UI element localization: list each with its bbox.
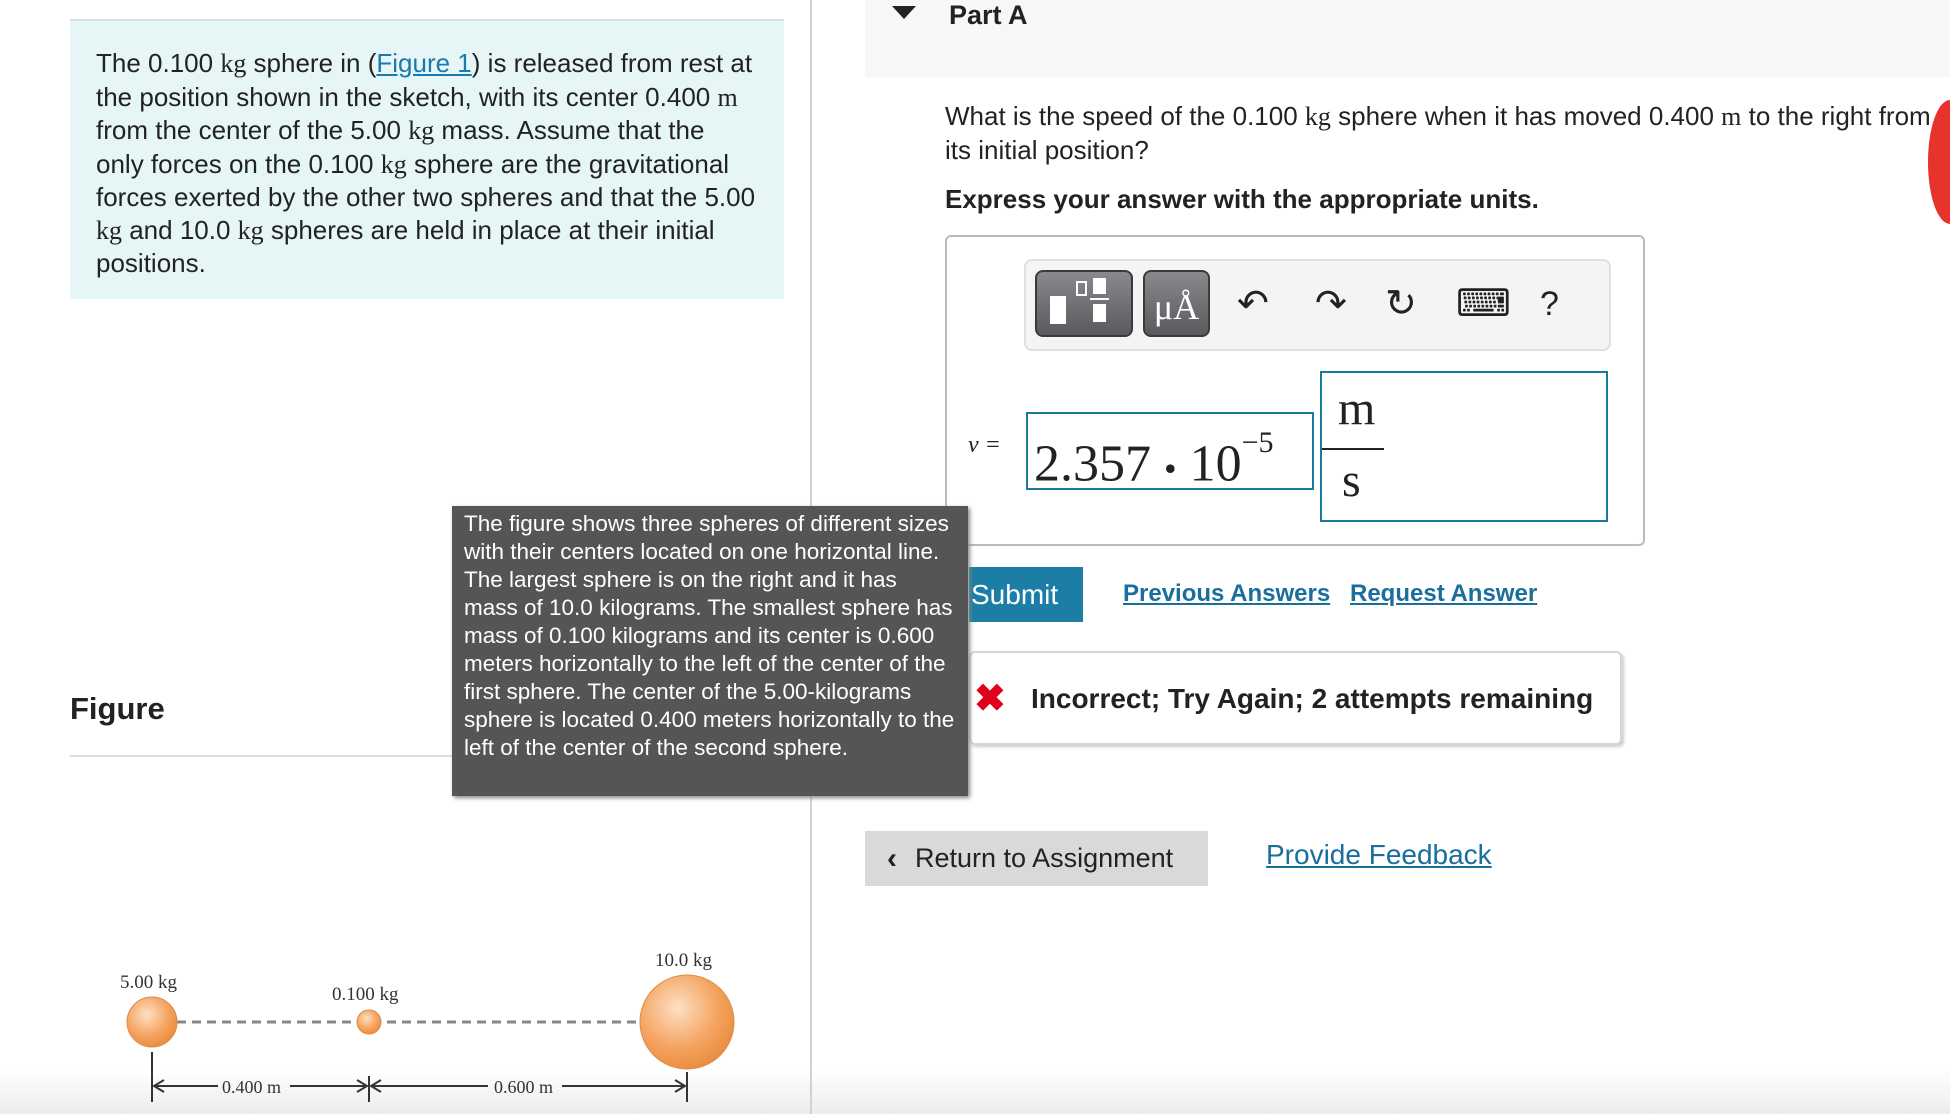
- return-label: Return to Assignment: [915, 843, 1174, 873]
- sphere-0.1kg: [356, 1009, 382, 1035]
- sphere-5kg: [126, 996, 178, 1048]
- figure-heading: Figure: [70, 691, 165, 726]
- unit: kg: [408, 116, 435, 145]
- undo-icon[interactable]: ↶: [1237, 282, 1269, 326]
- unit: kg: [237, 215, 264, 245]
- chevron-left-icon: ‹: [887, 842, 897, 875]
- base: 10: [1189, 435, 1242, 493]
- unit-numerator: m: [1338, 382, 1376, 435]
- text: sphere in (: [246, 48, 377, 78]
- return-to-assignment-button[interactable]: ‹ Return to Assignment: [865, 831, 1208, 886]
- part-header[interactable]: [865, 0, 1950, 77]
- problem-statement: The 0.100 kg sphere in (Figure 1) is rel…: [70, 19, 784, 299]
- label-m2: 0.100 kg: [332, 984, 399, 1005]
- label-d1: 0.400 m: [222, 1077, 281, 1097]
- text: What is the speed of the 0.100: [945, 101, 1305, 131]
- collapse-triangle-icon[interactable]: [892, 6, 916, 19]
- previous-answers-link[interactable]: Previous Answers: [1123, 580, 1330, 608]
- feedback-text: Incorrect; Try Again; 2 attempts remaini…: [1031, 683, 1594, 714]
- reset-icon[interactable]: ↻: [1385, 282, 1417, 326]
- unit-denominator: s: [1342, 454, 1361, 507]
- instruction: Express your answer with the appropriate…: [945, 184, 1539, 214]
- templates-button[interactable]: [1035, 270, 1133, 337]
- mantissa: 2.357: [1034, 435, 1151, 493]
- text: and 10.0: [122, 214, 238, 245]
- label-m1: 5.00 kg: [120, 972, 178, 993]
- figure-diagram: 5.00 kg 0.100 kg 10.0 kg 0.400 m 0.600 m: [120, 950, 735, 1102]
- units-input[interactable]: m s: [1320, 371, 1608, 522]
- variable-label: v =: [968, 432, 1001, 458]
- unit: kg: [96, 215, 122, 245]
- request-answer-link[interactable]: Request Answer: [1350, 580, 1537, 608]
- text: from the center of the 5.00: [96, 115, 409, 145]
- value-input[interactable]: 2.357 • 10−5: [1026, 412, 1314, 493]
- unit: m: [717, 82, 738, 112]
- exponent: −5: [1241, 426, 1274, 459]
- times-dot: •: [1164, 448, 1177, 489]
- figure-link[interactable]: Figure 1: [376, 48, 471, 78]
- help-icon[interactable]: ?: [1540, 282, 1559, 326]
- provide-feedback-link[interactable]: Provide Feedback: [1266, 839, 1492, 871]
- question-text: What is the speed of the 0.100 kg sphere…: [945, 100, 1945, 166]
- unit: kg: [220, 49, 247, 78]
- figure-description-tooltip: The figure shows three spheres of differ…: [452, 506, 968, 796]
- unit: kg: [1304, 102, 1331, 131]
- unit: m: [1721, 102, 1742, 131]
- label-d2: 0.600 m: [494, 1077, 553, 1097]
- incorrect-icon: ✖: [974, 678, 1006, 720]
- sphere-10kg: [639, 974, 735, 1070]
- submit-button[interactable]: Submit: [969, 567, 1083, 622]
- fraction-bar: [1322, 448, 1384, 450]
- unit: kg: [380, 149, 407, 179]
- text: The 0.100: [96, 48, 221, 78]
- keyboard-icon[interactable]: ⌨: [1456, 282, 1511, 326]
- text: sphere when it has moved 0.400: [1330, 101, 1722, 131]
- label-m3: 10.0 kg: [655, 950, 713, 971]
- units-button[interactable]: μÅ: [1143, 270, 1210, 337]
- templates-icon: [1050, 278, 1109, 324]
- part-title: Part A: [949, 0, 1028, 30]
- redo-icon[interactable]: ↷: [1315, 282, 1347, 326]
